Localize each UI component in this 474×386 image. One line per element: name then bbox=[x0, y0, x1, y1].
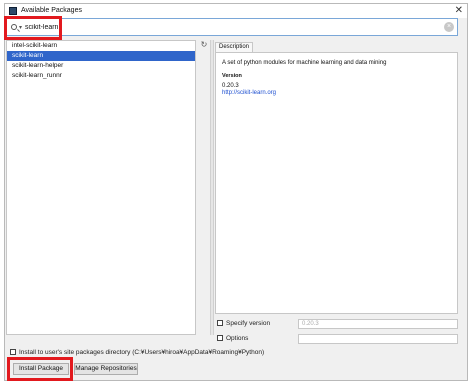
install-user-site-option[interactable]: Install to user's site packages director… bbox=[10, 349, 264, 356]
specify-version-label: Specify version bbox=[226, 320, 271, 327]
specify-version-checkbox[interactable] bbox=[217, 320, 223, 327]
install-highlight-box bbox=[7, 357, 73, 381]
version-label: Version bbox=[222, 73, 242, 79]
search-input[interactable] bbox=[25, 21, 425, 33]
title-bar: Available Packages ✕ bbox=[5, 4, 467, 18]
version-dropdown[interactable]: 0.20.3 bbox=[298, 319, 458, 329]
list-item[interactable]: scikit-learn_runnr bbox=[7, 71, 195, 81]
specify-version-option[interactable]: Specify version bbox=[217, 320, 270, 327]
list-item[interactable]: scikit-learn-helper bbox=[7, 61, 195, 71]
options-checkbox[interactable] bbox=[217, 335, 223, 342]
pycharm-icon bbox=[9, 7, 17, 15]
search-box[interactable]: ▾ × bbox=[6, 18, 458, 36]
description-panel: A set of python modules for machine lear… bbox=[215, 52, 458, 314]
search-highlight-box bbox=[4, 16, 62, 40]
options-label: Options bbox=[226, 335, 249, 342]
install-user-site-label: Install to user's site packages director… bbox=[19, 349, 265, 356]
refresh-icon[interactable]: ↻ bbox=[198, 40, 210, 50]
close-icon[interactable]: ✕ bbox=[455, 5, 463, 17]
list-item[interactable]: intel-scikit-learn bbox=[7, 41, 195, 51]
options-field[interactable] bbox=[298, 334, 458, 344]
splitter[interactable] bbox=[210, 40, 214, 335]
window-title: Available Packages bbox=[21, 7, 82, 14]
package-summary: A set of python modules for machine lear… bbox=[222, 60, 387, 66]
options-option[interactable]: Options bbox=[217, 335, 248, 342]
homepage-link[interactable]: http://scikit-learn.org bbox=[222, 90, 451, 96]
install-user-site-checkbox[interactable] bbox=[10, 349, 16, 356]
version-value: 0.20.3 bbox=[222, 83, 239, 89]
list-item-selected[interactable]: scikit-learn bbox=[7, 51, 195, 61]
manage-repositories-button[interactable]: Manage Repositories bbox=[74, 363, 138, 375]
package-list[interactable]: intel-scikit-learn scikit-learn scikit-l… bbox=[6, 40, 196, 335]
clear-search-icon[interactable]: × bbox=[444, 22, 454, 32]
description-tab: Description bbox=[215, 42, 254, 52]
